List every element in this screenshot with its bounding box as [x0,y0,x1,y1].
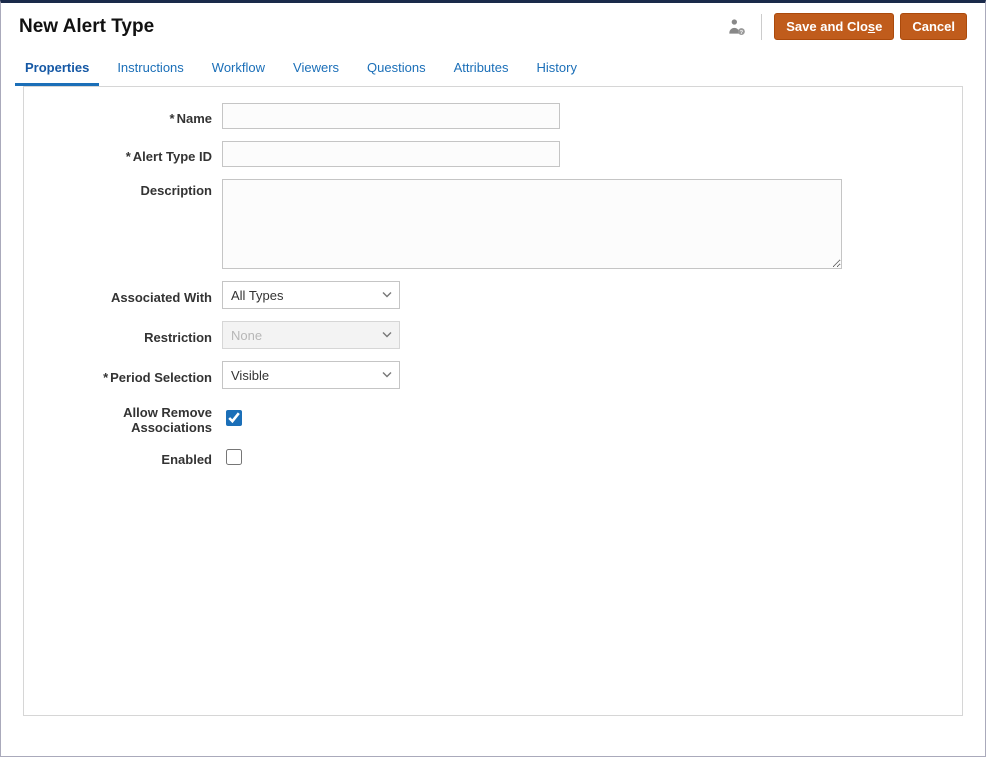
tab-bar: Properties Instructions Workflow Viewers… [1,52,985,86]
label-enabled: Enabled [42,448,222,467]
associated-with-select[interactable]: All Types [222,281,400,309]
dialog-header: New Alert Type ? Save and Close Cancel [1,3,985,42]
tab-attributes[interactable]: Attributes [444,52,519,86]
tab-properties[interactable]: Properties [15,52,99,86]
row-period-selection: *Period Selection Visible [42,361,944,389]
name-input[interactable] [222,103,560,129]
properties-panel: *Name *Alert Type ID Description Associa… [23,86,963,716]
tab-questions[interactable]: Questions [357,52,436,86]
save-and-close-button[interactable]: Save and Close [774,13,894,40]
tab-instructions[interactable]: Instructions [107,52,193,86]
new-alert-type-dialog: New Alert Type ? Save and Close Cancel P… [0,0,986,757]
row-description: Description [42,179,944,269]
tab-viewers[interactable]: Viewers [283,52,349,86]
tab-workflow[interactable]: Workflow [202,52,275,86]
svg-text:?: ? [740,29,743,35]
user-help-icon-button[interactable]: ? [723,14,749,40]
period-selection-select-wrap: Visible [222,361,400,389]
row-allow-remove-associations: Allow Remove Associations [42,401,944,435]
allow-remove-associations-checkbox[interactable] [226,410,242,426]
label-name: *Name [42,107,222,126]
required-marker: * [170,111,175,126]
description-textarea[interactable] [222,179,842,269]
label-restriction: Restriction [42,326,222,345]
save-label-pre: Save and Clo [786,19,868,34]
label-period-selection: *Period Selection [42,366,222,385]
user-help-icon: ? [726,17,746,37]
required-marker: * [126,149,131,164]
required-marker: * [103,370,108,385]
label-alert-type-id: *Alert Type ID [42,145,222,164]
row-alert-type-id: *Alert Type ID [42,141,944,167]
row-restriction: Restriction None [42,321,944,349]
label-associated-with: Associated With [42,286,222,305]
header-actions: ? Save and Close Cancel [723,13,967,40]
label-description: Description [42,179,222,198]
associated-with-select-wrap: All Types [222,281,400,309]
tab-history[interactable]: History [527,52,587,86]
restriction-select-wrap: None [222,321,400,349]
row-associated-with: Associated With All Types [42,281,944,309]
divider [761,14,762,40]
enabled-checkbox[interactable] [226,449,242,465]
page-title: New Alert Type [19,16,154,38]
cancel-button[interactable]: Cancel [900,13,967,40]
row-name: *Name [42,103,944,129]
restriction-select: None [222,321,400,349]
alert-type-id-input[interactable] [222,141,560,167]
period-selection-select[interactable]: Visible [222,361,400,389]
label-allow-remove-associations: Allow Remove Associations [42,401,222,435]
save-label-post: e [875,19,882,34]
row-enabled: Enabled [42,447,944,468]
